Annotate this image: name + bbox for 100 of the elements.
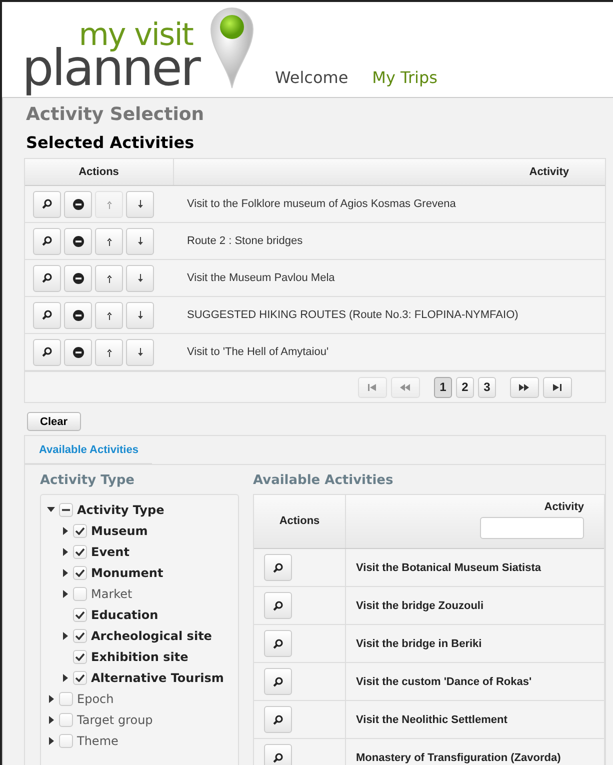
minus-circle-icon: [72, 236, 84, 246]
tree-label[interactable]: Activity Type: [77, 502, 164, 516]
table-cell: Monastery of Transfiguration (Zavorda): [346, 738, 604, 765]
column-header: Activity: [173, 159, 605, 186]
table-cell: Visit the bridge in Beriki: [346, 624, 604, 662]
nav-link[interactable]: Welcome: [274, 68, 348, 87]
search-icon: [273, 752, 283, 762]
minus-icon: [62, 508, 70, 510]
table-cell: Visit to the Folklore museum of Agios Kosmas Grevena: [173, 186, 605, 222]
logo: my visit planner: [22, 20, 199, 93]
checkbox[interactable]: [73, 586, 87, 600]
check-icon: [75, 674, 85, 682]
collapsed-caret-icon[interactable]: [62, 548, 68, 556]
view-button[interactable]: [33, 302, 61, 328]
search-icon: [42, 236, 52, 246]
tree-label[interactable]: Alternative Tourism: [91, 670, 224, 684]
checkbox[interactable]: [73, 566, 87, 580]
tree-label[interactable]: Market: [91, 586, 132, 600]
up-arrow-icon: [106, 274, 112, 282]
search-icon: [273, 562, 283, 572]
view-button[interactable]: [33, 264, 61, 292]
tree-label[interactable]: Theme: [77, 734, 118, 748]
check-icon: [75, 548, 85, 556]
column-header: Actions: [254, 495, 346, 548]
tree-label[interactable]: Education: [91, 608, 158, 622]
table-cell: SUGGESTED HIKING ROUTES (Route No.3: FLOPINA-NYMFAIO): [173, 296, 605, 334]
table-cell: Visit the Neolithic Settlement: [346, 700, 604, 738]
tree-label[interactable]: Target group: [77, 712, 153, 726]
first-page-icon: [368, 384, 377, 390]
last-page-button[interactable]: [543, 376, 572, 398]
search-icon: [273, 714, 283, 724]
tree-label[interactable]: Event: [91, 544, 130, 558]
collapsed-caret-icon[interactable]: [62, 674, 68, 682]
view-button[interactable]: [264, 706, 292, 733]
page-title: Activity Selection: [26, 104, 206, 125]
remove-button[interactable]: [64, 302, 92, 328]
collapsed-caret-icon[interactable]: [62, 526, 68, 534]
search-icon: [42, 310, 52, 320]
down-arrow-icon: [136, 274, 144, 282]
collapsed-caret-icon[interactable]: [48, 716, 54, 724]
view-button[interactable]: [33, 228, 61, 254]
tree-label[interactable]: Monument: [91, 566, 164, 580]
view-button[interactable]: [264, 744, 292, 765]
expanded-caret-icon[interactable]: [47, 507, 55, 512]
checkbox[interactable]: [59, 712, 73, 726]
collapsed-caret-icon[interactable]: [48, 694, 54, 702]
column-title: Activity Type: [40, 473, 136, 488]
view-button[interactable]: [33, 190, 61, 218]
checkbox[interactable]: [59, 734, 73, 748]
collapsed-caret-icon[interactable]: [62, 632, 68, 640]
checkbox[interactable]: [73, 524, 87, 538]
minus-circle-icon: [72, 272, 84, 284]
table-cell: Visit the Botanical Museum Siatista: [346, 548, 604, 586]
checkbox[interactable]: [59, 692, 73, 706]
tree-label[interactable]: Epoch: [77, 692, 114, 706]
view-button[interactable]: [33, 338, 61, 366]
previous-page-icon: [400, 384, 411, 390]
remove-button[interactable]: [64, 264, 92, 292]
next-page-button[interactable]: [510, 376, 539, 398]
checkbox[interactable]: [73, 608, 87, 622]
tree-label[interactable]: Exhibition site: [91, 650, 188, 664]
checkbox[interactable]: [59, 502, 73, 516]
view-button[interactable]: [264, 630, 292, 657]
filter-input[interactable]: [480, 517, 584, 539]
down-arrow-icon: [136, 348, 144, 356]
down-arrow-icon: [136, 310, 144, 320]
minus-circle-icon: [72, 198, 84, 210]
view-button[interactable]: [264, 554, 292, 581]
page-button[interactable]: 1: [434, 376, 452, 398]
page-button[interactable]: 3: [478, 376, 496, 398]
clear-button[interactable]: Clear: [27, 412, 81, 431]
collapsed-caret-icon[interactable]: [48, 736, 54, 744]
remove-button[interactable]: [64, 228, 92, 254]
checkbox[interactable]: [73, 628, 87, 642]
down-arrow-icon: [136, 236, 144, 246]
search-icon: [273, 638, 283, 648]
view-button[interactable]: [264, 592, 292, 619]
nav-link[interactable]: My Trips: [372, 68, 438, 87]
remove-button[interactable]: [64, 338, 92, 366]
page-button[interactable]: 2: [456, 376, 474, 398]
view-button[interactable]: [264, 668, 292, 695]
check-icon: [75, 632, 85, 640]
last-page-icon: [553, 384, 562, 390]
up-arrow-icon: [106, 200, 112, 208]
search-icon: [273, 600, 283, 610]
remove-button[interactable]: [64, 190, 92, 218]
collapsed-caret-icon[interactable]: [62, 568, 68, 576]
up-arrow-icon: [106, 310, 112, 320]
table-cell: Visit to 'The Hell of Amytaiou': [173, 334, 605, 370]
checkbox[interactable]: [73, 670, 87, 684]
table-cell: Visit the custom 'Dance of Rokas': [346, 662, 604, 700]
tree-label[interactable]: Archeological site: [91, 628, 212, 642]
search-icon: [42, 347, 52, 357]
checkbox[interactable]: [73, 544, 87, 558]
checkbox[interactable]: [73, 650, 87, 664]
search-icon: [42, 273, 52, 283]
tree-label[interactable]: Museum: [91, 524, 148, 538]
next-page-icon: [519, 384, 530, 390]
minus-circle-icon: [72, 346, 84, 358]
collapsed-caret-icon[interactable]: [62, 590, 68, 598]
